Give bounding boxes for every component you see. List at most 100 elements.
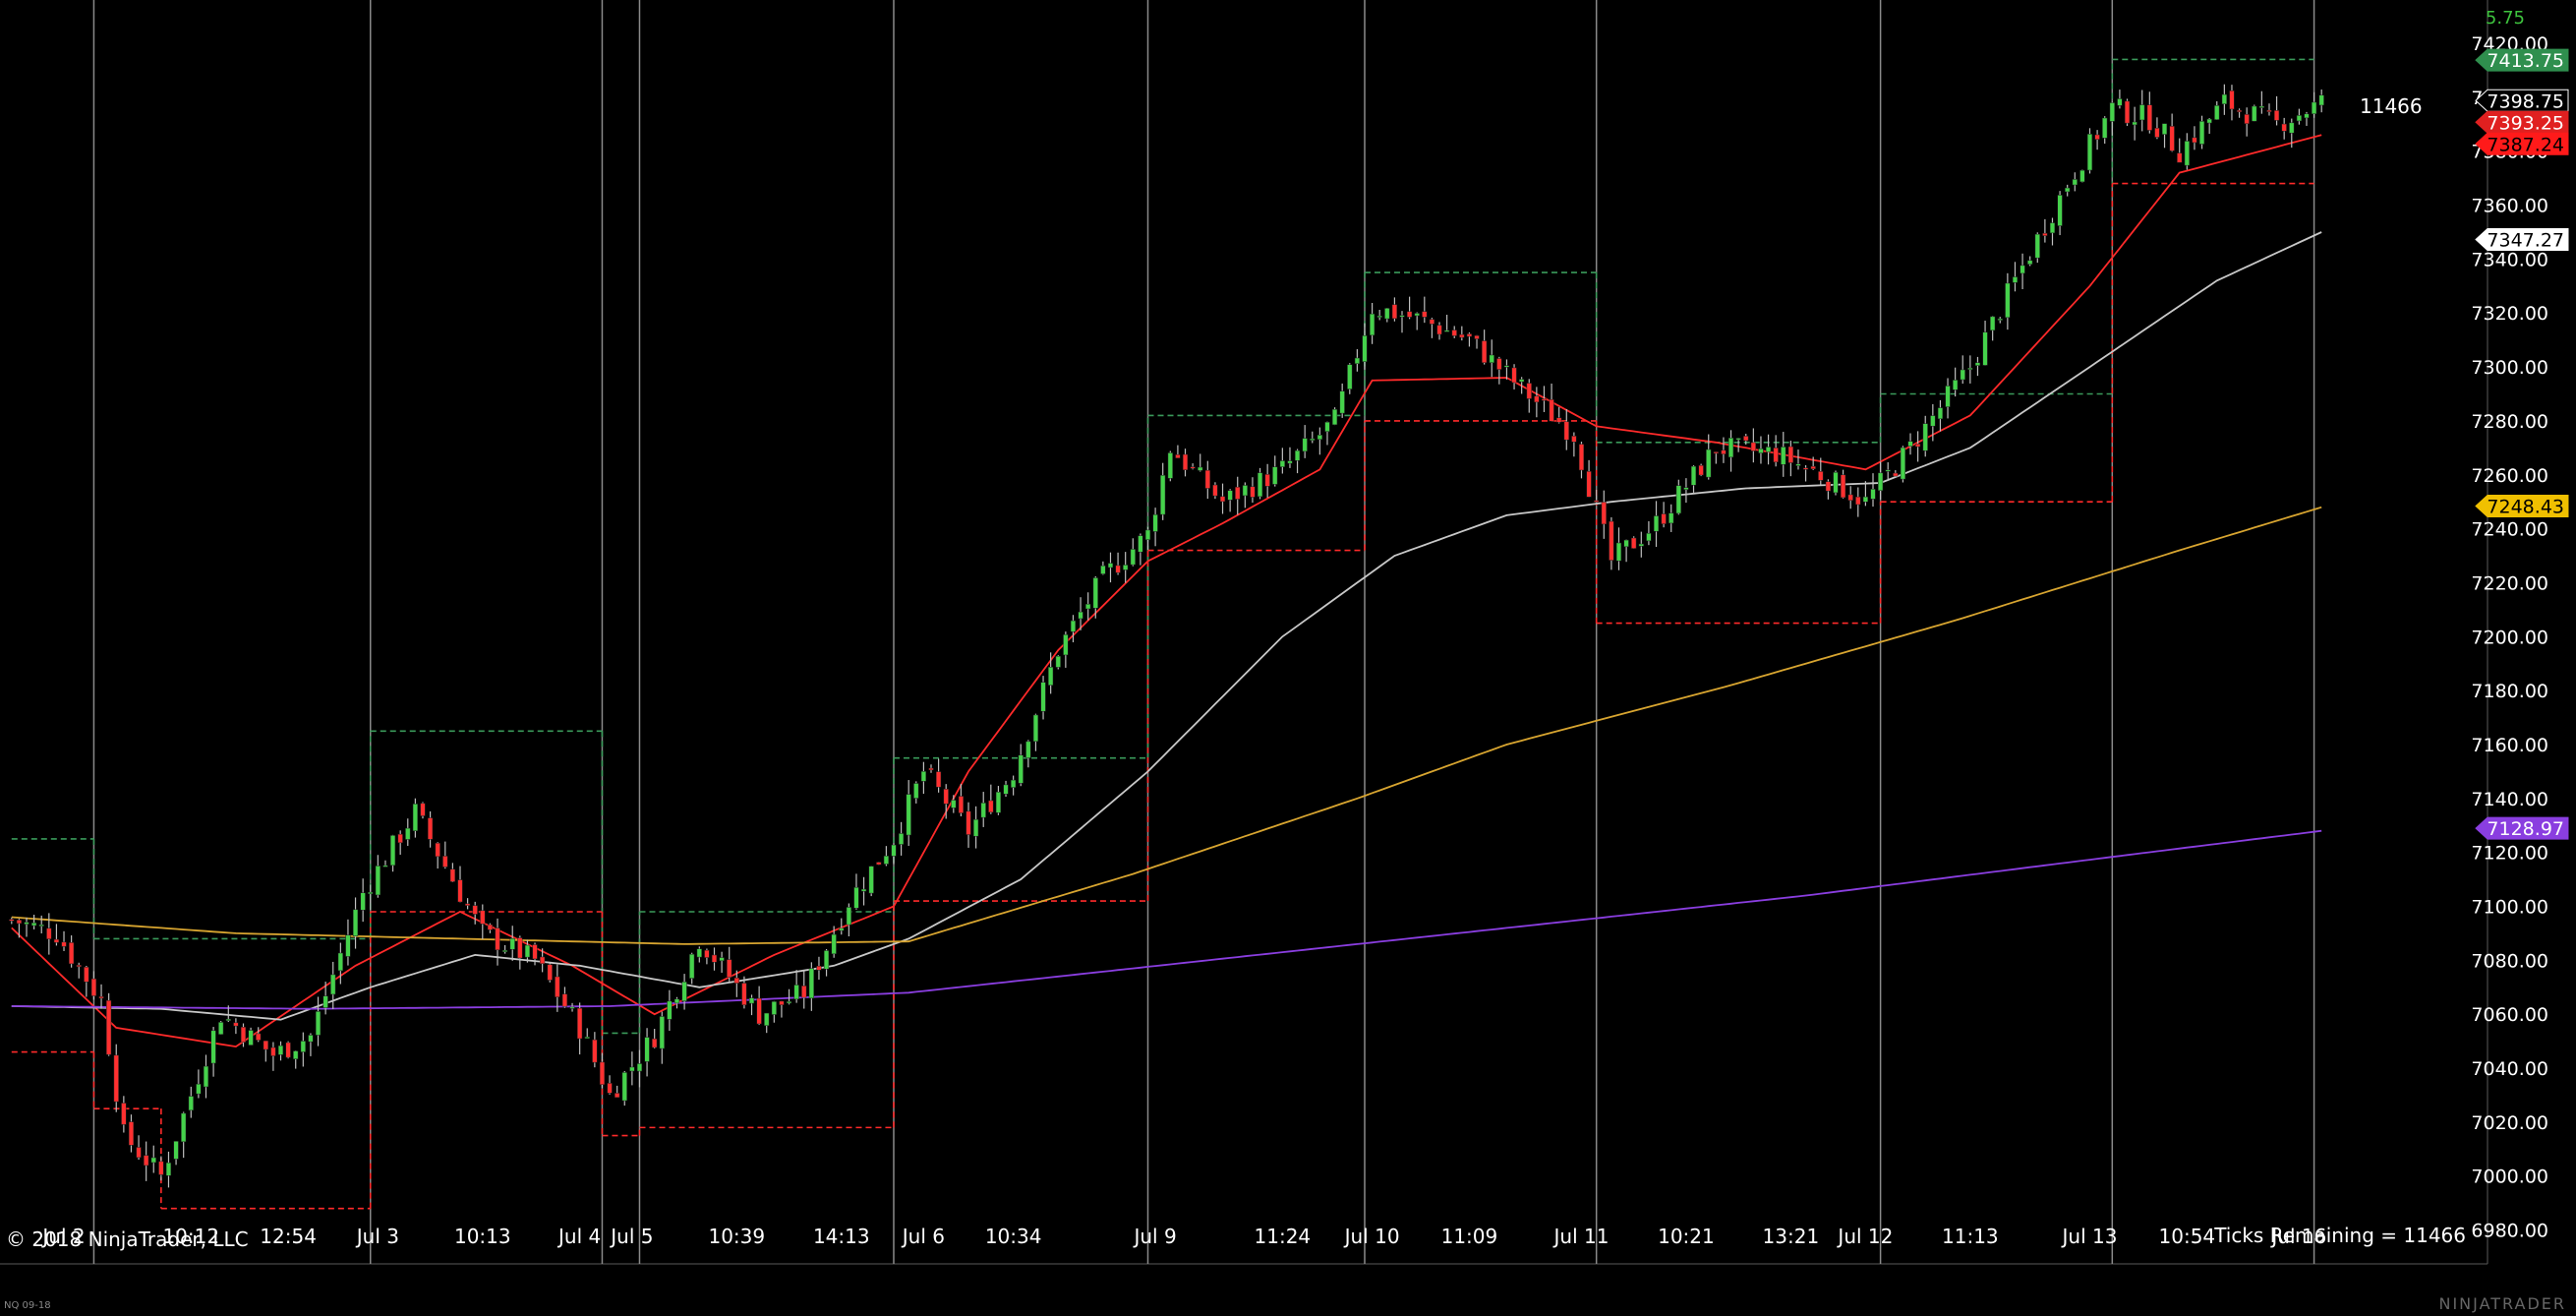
candle-body[interactable] xyxy=(2072,179,2078,186)
candle-body[interactable] xyxy=(1661,513,1667,524)
candle-body[interactable] xyxy=(1669,512,1674,524)
candle-body[interactable] xyxy=(420,803,426,816)
candle-body[interactable] xyxy=(1198,466,1203,471)
candle-body[interactable] xyxy=(495,927,500,951)
candle-body[interactable] xyxy=(1960,369,1965,381)
candle-body[interactable] xyxy=(2184,141,2190,166)
candle-body[interactable] xyxy=(218,1022,224,1035)
candle-body[interactable] xyxy=(704,949,710,958)
candle-body[interactable] xyxy=(173,1141,179,1160)
candle-body[interactable] xyxy=(1144,529,1151,540)
candle-body[interactable] xyxy=(502,949,508,952)
candle-body[interactable] xyxy=(38,924,44,927)
candle-body[interactable] xyxy=(883,855,889,865)
candle-body[interactable] xyxy=(741,983,747,1005)
candle-body[interactable] xyxy=(2318,94,2324,106)
candle-body[interactable] xyxy=(2132,121,2137,126)
candle-body[interactable] xyxy=(1519,379,1525,383)
candle-body[interactable] xyxy=(1384,308,1390,320)
candle-body[interactable] xyxy=(210,1030,216,1064)
candle-body[interactable] xyxy=(2027,260,2033,265)
candle-body[interactable] xyxy=(2154,127,2160,138)
candle-body[interactable] xyxy=(860,888,867,892)
candle-body[interactable] xyxy=(1765,447,1772,452)
candle-body[interactable] xyxy=(405,827,411,840)
candle-body[interactable] xyxy=(1235,486,1241,500)
candle-body[interactable] xyxy=(1945,386,1951,407)
candle-body[interactable] xyxy=(389,835,396,867)
candle-body[interactable] xyxy=(1578,444,1585,471)
candle-body[interactable] xyxy=(764,1012,770,1027)
candle-body[interactable] xyxy=(2273,110,2280,121)
candle-body[interactable] xyxy=(337,952,343,972)
candle-body[interactable] xyxy=(1586,471,1592,498)
candle-body[interactable] xyxy=(2192,137,2197,144)
candle-body[interactable] xyxy=(2012,276,2019,283)
candle-body[interactable] xyxy=(846,907,851,926)
candle-body[interactable] xyxy=(1601,502,1607,525)
candle-body[interactable] xyxy=(823,950,830,970)
candle-body[interactable] xyxy=(2214,105,2220,120)
candle-body[interactable] xyxy=(1907,441,1913,447)
candle-body[interactable] xyxy=(1511,367,1517,384)
candle-body[interactable] xyxy=(2236,109,2243,112)
candle-body[interactable] xyxy=(1974,362,1981,366)
candle-body[interactable] xyxy=(509,937,515,950)
candle-body[interactable] xyxy=(756,997,762,1025)
candle-body[interactable] xyxy=(980,803,986,818)
candle-body[interactable] xyxy=(1847,494,1853,502)
candle-body[interactable] xyxy=(1399,315,1405,318)
candle-body[interactable] xyxy=(1264,474,1270,487)
candle-body[interactable] xyxy=(2198,121,2205,145)
candle-body[interactable] xyxy=(368,891,374,895)
candle-body[interactable] xyxy=(2229,90,2235,110)
candle-body[interactable] xyxy=(300,1041,306,1052)
candle-body[interactable] xyxy=(1331,408,1338,426)
candle-body[interactable] xyxy=(2086,134,2093,171)
candle-body[interactable] xyxy=(1310,438,1316,441)
candle-body[interactable] xyxy=(2139,104,2145,121)
candle-body[interactable] xyxy=(1675,485,1681,514)
candle-body[interactable] xyxy=(1825,481,1831,492)
candle-body[interactable] xyxy=(1953,380,1959,390)
candle-body[interactable] xyxy=(1324,421,1330,432)
candle-body[interactable] xyxy=(898,833,905,845)
candle-body[interactable] xyxy=(1631,537,1637,549)
candle-body[interactable] xyxy=(2042,232,2048,236)
candle-body[interactable] xyxy=(1040,682,1046,712)
candle-body[interactable] xyxy=(1429,319,1435,325)
candle-body[interactable] xyxy=(1594,500,1600,503)
candle-body[interactable] xyxy=(547,964,553,981)
candle-body[interactable] xyxy=(1279,460,1285,467)
candle-body[interactable] xyxy=(719,957,725,962)
candle-body[interactable] xyxy=(1018,754,1024,784)
candle-body[interactable] xyxy=(1787,446,1793,463)
candle-body[interactable] xyxy=(1354,357,1360,364)
candle-body[interactable] xyxy=(1773,448,1779,463)
candle-body[interactable] xyxy=(1810,465,1816,469)
candle-body[interactable] xyxy=(599,1061,606,1085)
candle-body[interactable] xyxy=(1735,438,1741,441)
candle-body[interactable] xyxy=(1376,315,1382,318)
candle-body[interactable] xyxy=(203,1065,209,1088)
candle-body[interactable] xyxy=(1549,399,1554,422)
candle-body[interactable] xyxy=(1967,367,1973,370)
candle-body[interactable] xyxy=(412,804,418,831)
candle-body[interactable] xyxy=(561,993,568,1007)
candle-body[interactable] xyxy=(2161,123,2168,135)
candle-body[interactable] xyxy=(935,771,942,788)
candle-body[interactable] xyxy=(801,986,807,998)
candle-body[interactable] xyxy=(1204,469,1210,489)
candle-body[interactable] xyxy=(816,965,822,971)
candle-body[interactable] xyxy=(868,866,874,894)
candle-body[interactable] xyxy=(345,934,351,957)
candle-body[interactable] xyxy=(2065,187,2071,193)
candle-body[interactable] xyxy=(1556,417,1562,423)
candle-body[interactable] xyxy=(2221,93,2227,105)
candle-body[interactable] xyxy=(1997,318,2003,321)
candle-body[interactable] xyxy=(1406,311,1413,318)
candle-body[interactable] xyxy=(136,1147,142,1159)
candle-body[interactable] xyxy=(1257,472,1263,498)
candle-body[interactable] xyxy=(1003,784,1009,795)
candle-body[interactable] xyxy=(1138,535,1143,553)
